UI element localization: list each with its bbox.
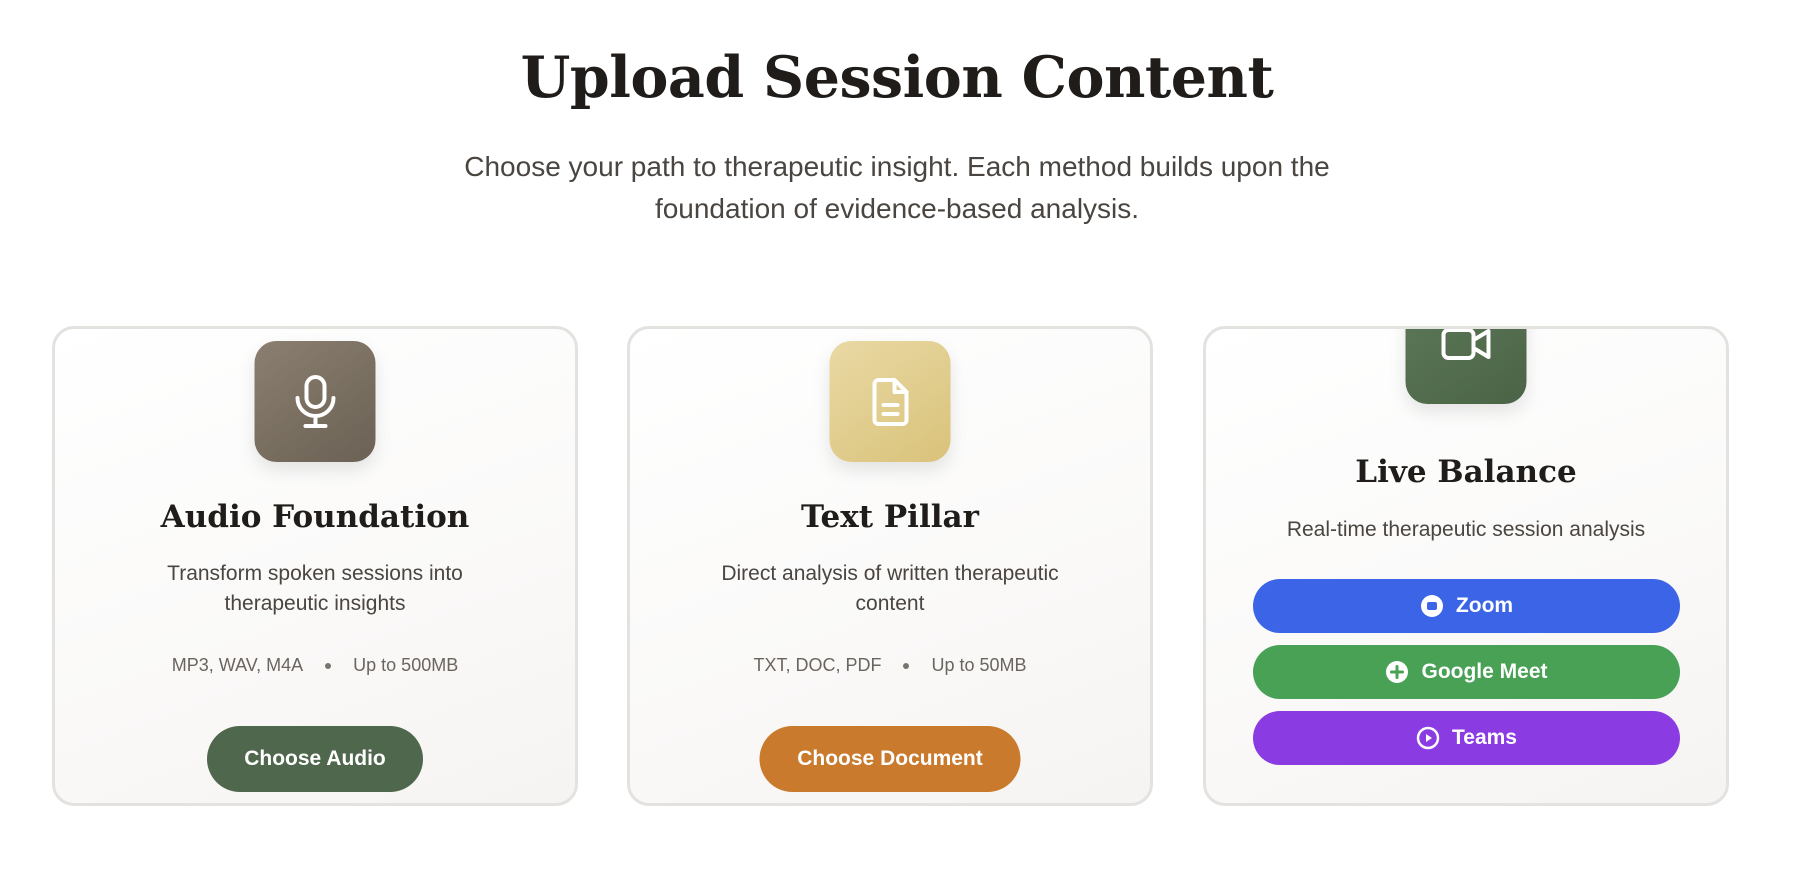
page-title: Upload Session Content <box>520 44 1274 111</box>
teams-label: Teams <box>1452 726 1517 749</box>
audio-upload-card: Audio Foundation Transform spoken sessio… <box>52 326 578 806</box>
microphone-icon <box>254 341 376 462</box>
supported-formats: MP3, WAV, M4A <box>171 655 304 675</box>
page-subtitle: Choose your path to therapeutic insight.… <box>464 151 1330 224</box>
file-requirements: TXT, DOC, PDF Up to 50MB <box>630 655 1150 676</box>
card-title: Text Pillar <box>801 499 979 535</box>
text-upload-card: Text Pillar Direct analysis of written t… <box>627 326 1153 806</box>
plus-circle-icon <box>1385 660 1409 684</box>
file-requirements: MP3, WAV, M4A Up to 500MB <box>55 655 575 676</box>
choose-document-button[interactable]: Choose Document <box>759 726 1021 792</box>
google-meet-label: Google Meet <box>1421 660 1548 683</box>
card-title: Live Balance <box>1355 454 1577 490</box>
choose-audio-button[interactable]: Choose Audio <box>207 726 423 792</box>
google-meet-button[interactable]: Google Meet <box>1253 645 1680 699</box>
separator-dot <box>903 662 910 669</box>
upload-page: Upload Session Content Choose your path … <box>0 0 1794 874</box>
card-description: Direct analysis of written therapeutic c… <box>721 562 1059 615</box>
size-limit: Up to 50MB <box>931 655 1027 675</box>
card-title: Audio Foundation <box>160 499 470 535</box>
zoom-label: Zoom <box>1455 594 1514 617</box>
video-camera-icon <box>1405 329 1527 404</box>
supported-formats: TXT, DOC, PDF <box>753 655 882 675</box>
teams-button[interactable]: Teams <box>1253 711 1680 765</box>
stop-circle-icon <box>1420 594 1444 618</box>
document-icon <box>829 341 951 462</box>
play-circle-icon <box>1416 726 1440 750</box>
live-session-card: Live Balance Real-time therapeutic sessi… <box>1203 326 1729 806</box>
card-description: Real-time therapeutic session analysis <box>1286 518 1646 541</box>
zoom-button[interactable]: Zoom <box>1253 579 1680 633</box>
size-limit: Up to 500MB <box>353 655 459 675</box>
card-description: Transform spoken sessions into therapeut… <box>167 562 463 615</box>
separator-dot <box>325 662 332 669</box>
